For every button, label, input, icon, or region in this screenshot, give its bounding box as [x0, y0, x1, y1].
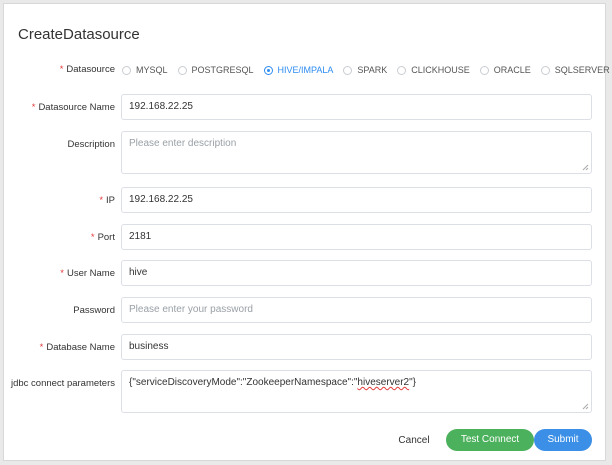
password-label: Password	[73, 305, 115, 316]
radio-postgresql[interactable]: POSTGRESQL	[177, 65, 254, 75]
port-label: * Port	[90, 232, 115, 243]
submit-button[interactable]: Submit	[534, 429, 592, 451]
datasource-name-input[interactable]: 192.168.22.25	[121, 94, 592, 120]
datasource-label: * Datasource	[59, 64, 115, 75]
resize-handle-icon[interactable]	[581, 402, 589, 410]
radio-icon	[479, 65, 489, 75]
radio-clickhouse[interactable]: CLICKHOUSE	[397, 65, 470, 75]
description-textarea[interactable]: Please enter description	[121, 131, 592, 174]
radio-hive-impala[interactable]: HIVE/IMPALA	[263, 65, 333, 75]
description-label: Description	[67, 139, 115, 150]
port-input[interactable]: 2181	[121, 224, 592, 250]
radio-spark[interactable]: SPARK	[343, 65, 387, 75]
resize-handle-icon[interactable]	[581, 163, 589, 171]
jdbc-params-textarea[interactable]: {"serviceDiscoveryMode":"ZookeeperNamesp…	[121, 370, 592, 413]
datasource-radio-group: MYSQL POSTGRESQL HIVE/IMPALA SPARK CLICK…	[122, 62, 610, 78]
radio-checked-icon	[263, 65, 273, 75]
database-name-label: * Database Name	[39, 342, 115, 353]
create-datasource-dialog: CreateDatasource * Datasource MYSQL POSTG…	[3, 3, 610, 461]
dialog-title: CreateDatasource	[18, 26, 140, 43]
radio-icon	[122, 65, 131, 75]
user-name-input[interactable]: hive	[121, 260, 592, 286]
cancel-button[interactable]: Cancel	[384, 430, 444, 452]
test-connect-button[interactable]: Test Connect	[446, 429, 534, 451]
database-name-input[interactable]: business	[121, 334, 592, 360]
datasource-name-label: * Datasource Name	[31, 102, 115, 113]
radio-icon	[177, 65, 187, 75]
radio-sqlserver[interactable]: SQLSERVER	[540, 65, 610, 75]
ip-label: * IP	[99, 195, 115, 206]
radio-icon	[343, 65, 353, 75]
radio-icon	[540, 65, 550, 75]
required-mark: *	[59, 64, 64, 75]
jdbc-params-label: jdbc connect parameters	[10, 378, 115, 389]
radio-oracle[interactable]: ORACLE	[479, 65, 531, 75]
password-input[interactable]: Please enter your password	[121, 297, 592, 323]
user-name-label: * User Name	[60, 268, 115, 279]
ip-input[interactable]: 192.168.22.25	[121, 187, 592, 213]
radio-mysql[interactable]: MYSQL	[122, 65, 168, 75]
radio-icon	[397, 65, 407, 75]
spellcheck-underline: hiveserver2	[357, 377, 410, 388]
